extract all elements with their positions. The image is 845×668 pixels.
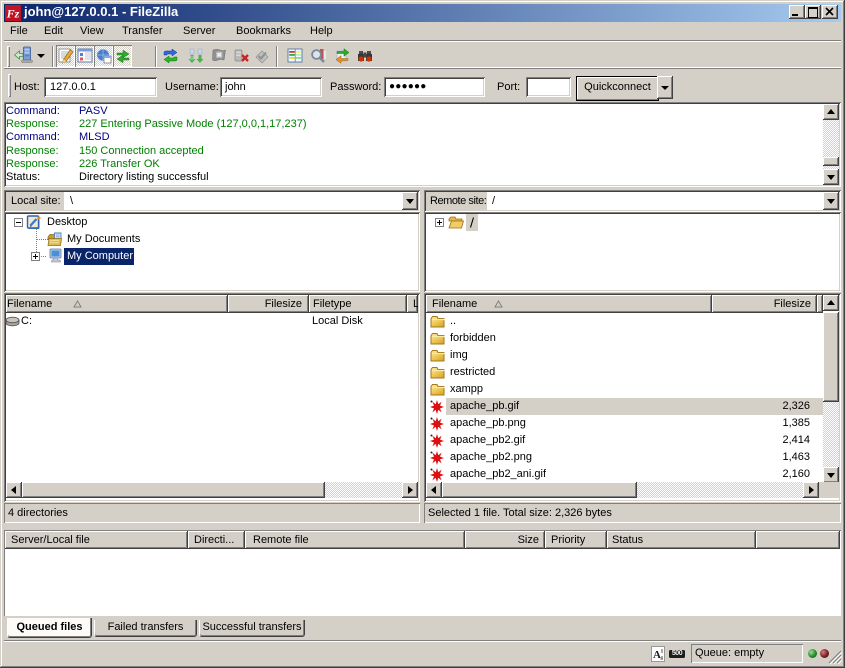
svg-text:Fz: Fz [6, 7, 20, 21]
svg-text:A: A [653, 649, 661, 661]
